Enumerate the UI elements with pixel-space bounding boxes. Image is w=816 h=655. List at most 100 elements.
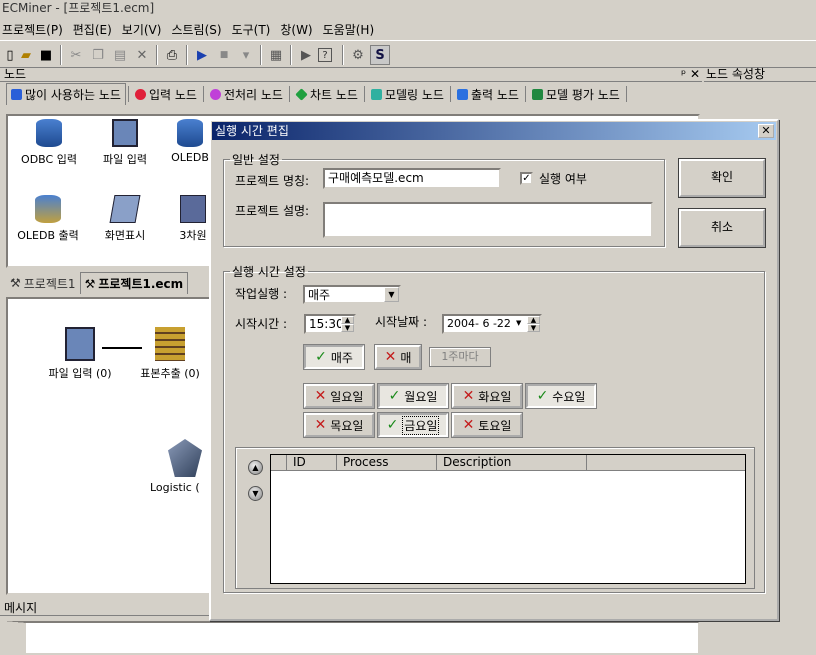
tab-preprocess-nodes[interactable]: 전처리 노드 (206, 86, 287, 103)
tab-label: 모델링 노드 (384, 87, 444, 102)
node-oledb-input[interactable]: OLEDB (166, 119, 214, 164)
menu-stream[interactable]: 스트림(S) (171, 21, 229, 38)
canvas-node-sampling[interactable]: 표본추출 (0) (128, 327, 212, 381)
date-dropdown-icon[interactable]: ▼ (516, 319, 521, 327)
modeling-nodes-icon (370, 88, 382, 100)
save-icon[interactable]: ■ (36, 45, 56, 65)
chart-3d-icon (180, 195, 206, 223)
tab-chart-nodes[interactable]: 차트 노드 (292, 86, 362, 103)
cancel-button[interactable]: 취소 (678, 208, 766, 248)
node-file-input[interactable]: 파일 입력 (90, 119, 160, 167)
canvas-node-logistic[interactable]: Logistic ( (150, 439, 210, 494)
day-friday-toggle[interactable]: ✓ 금요일 (377, 412, 449, 438)
node-odbc-input[interactable]: ODBC 입력 (14, 119, 84, 167)
step-icon[interactable]: ▾ (236, 45, 256, 65)
spin-up-icon[interactable]: ▲ (527, 316, 540, 324)
general-settings-legend: 일반 설정 (232, 153, 280, 167)
database-output-icon (35, 195, 61, 223)
link-icon[interactable]: ⚙ (348, 45, 368, 65)
tab-model-eval-nodes[interactable]: 모델 평가 노드 (528, 86, 624, 103)
tab-project1[interactable]: ⚒ 프로젝트1 (6, 275, 80, 292)
project-description-input[interactable] (323, 202, 653, 238)
move-down-icon[interactable]: ▼ (248, 486, 263, 501)
toolbar-separator (186, 45, 188, 65)
canvas-node-file-input[interactable]: 파일 입력 (0) (38, 327, 122, 381)
menu-view[interactable]: 보기(V) (122, 21, 170, 38)
day-label: 목요일 (330, 418, 364, 433)
nodes-panel-title: 노드 (4, 67, 27, 81)
node-3d-chart[interactable]: 3차원 (172, 195, 214, 243)
menu-edit[interactable]: 편집(E) (73, 21, 120, 38)
copy-icon[interactable]: ❐ (88, 45, 108, 65)
every-toggle[interactable]: ✕ 매 (374, 344, 422, 370)
toolbar-separator (60, 45, 62, 65)
message-icon[interactable]: ▶ (296, 45, 316, 65)
day-label: 화요일 (478, 389, 512, 404)
tab-separator (127, 86, 129, 102)
process-grid[interactable]: ID Process Description (270, 454, 746, 584)
chart-nodes-icon (295, 87, 308, 101)
tab-input-nodes[interactable]: 입력 노드 (131, 86, 201, 103)
day-thursday-toggle[interactable]: ✕ 목요일 (303, 412, 375, 438)
move-up-icon[interactable]: ▲ (248, 460, 263, 475)
day-monday-toggle[interactable]: ✓ 월요일 (377, 383, 449, 409)
run-enabled-label: 실행 여부 (539, 172, 587, 186)
tab-modeling-nodes[interactable]: 모델링 노드 (367, 86, 448, 103)
node-label: 파일 입력 (103, 153, 147, 166)
open-folder-icon[interactable]: ▰ (16, 45, 36, 65)
toolbar-separator (260, 45, 262, 65)
messages-area (4, 621, 700, 655)
node-screen-display[interactable]: 화면표시 (90, 195, 160, 243)
node-category-tabs: 많이 사용하는 노드 입력 노드 전처리 노드 차트 노드 모델링 노드 출력 … (0, 82, 702, 106)
spin-down-icon[interactable]: ▼ (341, 324, 354, 332)
cut-icon[interactable]: ✂ (66, 45, 86, 65)
day-label: 토요일 (478, 418, 512, 433)
input-nodes-icon (134, 88, 146, 100)
day-wednesday-toggle[interactable]: ✓ 수요일 (525, 383, 597, 409)
tab-frequent-nodes[interactable]: 많이 사용하는 노드 (6, 83, 126, 105)
start-date-label: 시작날짜 : (375, 315, 428, 329)
stop-icon[interactable]: ■ (214, 45, 234, 65)
panel-pin-close-icon[interactable]: ᵖ ✕ (681, 67, 700, 81)
menu-project[interactable]: 프로젝트(P) (2, 21, 71, 38)
tab-separator (363, 86, 365, 102)
output-nodes-icon (456, 88, 468, 100)
project-name-input[interactable]: 구매예측모델.ecm (323, 168, 501, 189)
weekly-toggle[interactable]: ✓ 매주 (303, 344, 365, 370)
chevron-down-icon[interactable]: ▼ (384, 287, 399, 302)
grid-header-process[interactable]: Process (337, 455, 437, 471)
start-date-value: 2004- 6 -22 (447, 317, 511, 330)
menu-window[interactable]: 창(W) (280, 21, 320, 38)
delete-icon[interactable]: ✕ (132, 45, 152, 65)
close-icon[interactable]: ✕ (758, 124, 774, 138)
day-label: 금요일 (402, 415, 440, 435)
tab-label: 프로젝트1.ecm (98, 277, 184, 291)
day-label: 일요일 (330, 389, 364, 404)
menu-help[interactable]: 도움말(H) (323, 21, 383, 38)
run-icon[interactable]: ▶ (192, 45, 212, 65)
tab-label: 모델 평가 노드 (545, 87, 620, 102)
nodes-panel-header: 노드 ᵖ ✕ (0, 67, 702, 82)
tab-output-nodes[interactable]: 출력 노드 (453, 86, 523, 103)
job-run-select[interactable]: 매주 ▼ (303, 285, 401, 304)
run-enabled-checkbox[interactable]: ✓ (520, 172, 533, 185)
grid-header-description[interactable]: Description (437, 455, 587, 471)
s-icon[interactable]: S (370, 45, 390, 65)
print-icon[interactable]: ⎙ (162, 45, 182, 65)
day-sunday-toggle[interactable]: ✕ 일요일 (303, 383, 375, 409)
grid-header-id[interactable]: ID (287, 455, 337, 471)
spin-down-icon[interactable]: ▼ (527, 324, 540, 332)
dialog-title-text: 실행 시간 편집 (215, 124, 289, 138)
tab-project1-ecm[interactable]: ⚒ 프로젝트1.ecm (79, 272, 189, 294)
spin-up-icon[interactable]: ▲ (341, 316, 354, 324)
help-icon[interactable]: ? (318, 48, 332, 62)
toolbar-separator (290, 45, 292, 65)
ok-button[interactable]: 확인 (678, 158, 766, 198)
report-icon[interactable]: ▦ (266, 45, 286, 65)
day-saturday-toggle[interactable]: ✕ 토요일 (451, 412, 523, 438)
check-icon: ✓ (386, 417, 399, 433)
node-oledb-output[interactable]: OLEDB 출력 (10, 195, 86, 243)
paste-icon[interactable]: ▤ (110, 45, 130, 65)
menu-tools[interactable]: 도구(T) (232, 21, 279, 38)
day-tuesday-toggle[interactable]: ✕ 화요일 (451, 383, 523, 409)
